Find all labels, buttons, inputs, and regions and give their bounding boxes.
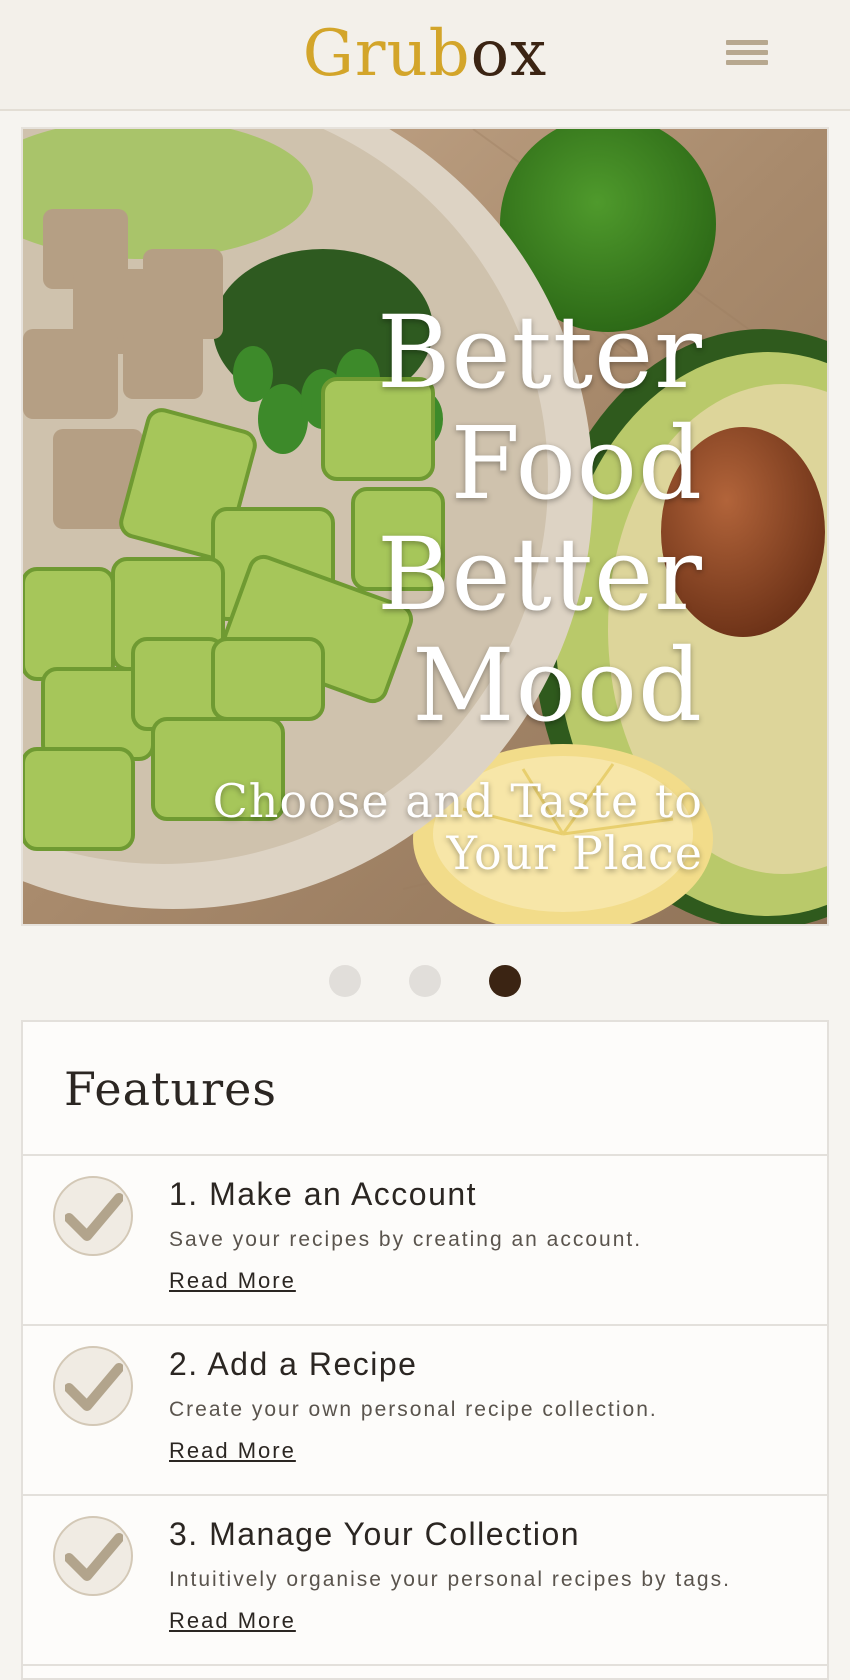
- hero-headline-line: Better: [376, 516, 703, 633]
- hero-headline-line: Better: [376, 294, 703, 411]
- hamburger-menu-icon[interactable]: [726, 40, 768, 70]
- logo-part-gold: Grub: [302, 17, 471, 91]
- feature-description: Save your recipes by creating an account…: [169, 1228, 643, 1251]
- feature-item: 3. Manage Your Collection Intuitively or…: [23, 1496, 827, 1666]
- read-more-link[interactable]: Read More: [169, 1268, 296, 1294]
- logo-part-brown: ox: [470, 17, 548, 91]
- checkmark-icon: [53, 1346, 133, 1426]
- features-title: Features: [23, 1022, 827, 1156]
- hero-subheadline: Choose and Taste to Your Place: [212, 774, 703, 880]
- feature-title: 2. Add a Recipe: [169, 1346, 418, 1382]
- feature-description: Intuitively organise your personal recip…: [169, 1568, 731, 1591]
- feature-description: Create your own personal recipe collecti…: [169, 1398, 658, 1421]
- feature-title: 1. Make an Account: [169, 1176, 478, 1212]
- features-card: Features 1. Make an Account Save your re…: [21, 1020, 829, 1680]
- logo[interactable]: Grubox: [0, 14, 850, 94]
- carousel-dots: [0, 965, 850, 1001]
- checkmark-icon: [53, 1176, 133, 1256]
- carousel-dot-3[interactable]: [489, 965, 521, 997]
- read-more-link[interactable]: Read More: [169, 1608, 296, 1634]
- hero-carousel: Better Food Better Mood Choose and Taste…: [21, 127, 829, 926]
- hero-headline: Better Food Better Mood: [377, 297, 703, 741]
- carousel-dot-1[interactable]: [329, 965, 361, 997]
- feature-title: 3. Manage Your Collection: [169, 1516, 581, 1552]
- top-header: Grubox: [0, 0, 850, 111]
- carousel-dot-2[interactable]: [409, 965, 441, 997]
- hero-headline-line: Mood: [412, 627, 703, 744]
- hero-headline-line: Food: [450, 405, 703, 522]
- checkmark-icon: [53, 1516, 133, 1596]
- feature-item: 1. Make an Account Save your recipes by …: [23, 1156, 827, 1326]
- feature-item: 2. Add a Recipe Create your own personal…: [23, 1326, 827, 1496]
- read-more-link[interactable]: Read More: [169, 1438, 296, 1464]
